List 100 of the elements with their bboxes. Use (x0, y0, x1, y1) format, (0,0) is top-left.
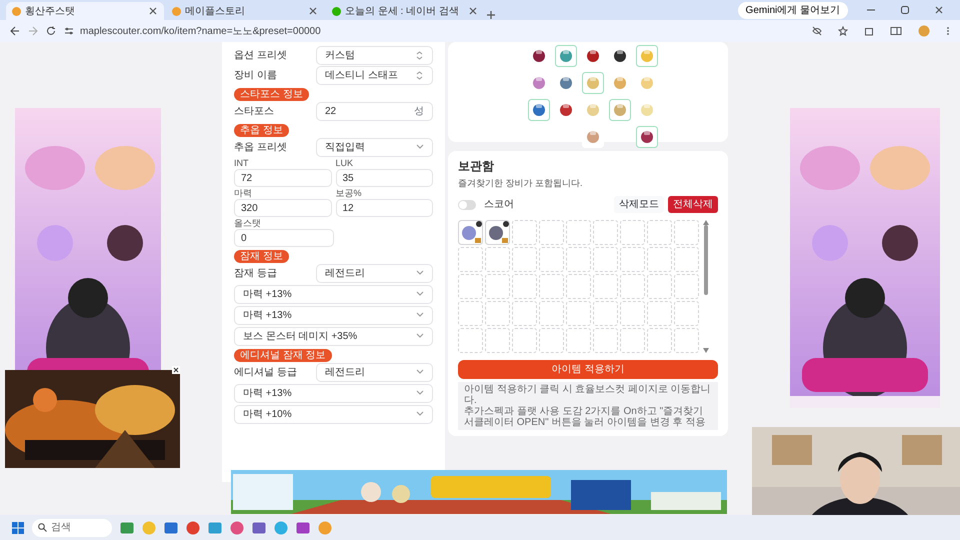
dropdown[interactable]: 마력 +13% (234, 306, 433, 325)
field-label: 추옵 프리셋 (234, 141, 288, 155)
empty-slot[interactable] (485, 274, 510, 299)
avatar-icon[interactable] (918, 25, 930, 37)
empty-slot[interactable] (539, 220, 564, 245)
empty-slot[interactable] (539, 274, 564, 299)
empty-slot[interactable] (674, 301, 699, 326)
scrollbar-thumb[interactable] (704, 225, 708, 295)
empty-slot[interactable] (458, 301, 483, 326)
input-field[interactable]: 22 성 (316, 102, 433, 121)
eye-off-icon[interactable] (812, 26, 822, 36)
delete-button[interactable]: 삭제모드 (614, 196, 664, 213)
delete-button[interactable]: 전체삭제 (668, 196, 718, 213)
app-icon[interactable] (120, 520, 134, 534)
empty-slot[interactable] (674, 220, 699, 245)
dropdown[interactable]: 레전드리 (316, 363, 433, 382)
start-icon[interactable] (12, 522, 24, 534)
browser-tab[interactable]: 횡산주스탯 (6, 2, 164, 20)
apply-button[interactable]: 아이템 적용하기 (458, 360, 718, 379)
empty-slot[interactable] (539, 247, 564, 272)
empty-slot[interactable] (566, 220, 591, 245)
app-icon[interactable] (318, 520, 332, 534)
score-toggle[interactable] (458, 200, 476, 210)
app-icon[interactable] (230, 520, 244, 534)
app-icon[interactable] (274, 520, 288, 534)
browser-tab[interactable]: 오늘의 운세 : 네이버 검색 (326, 2, 484, 20)
empty-slot[interactable] (647, 274, 672, 299)
reload-icon[interactable] (46, 26, 56, 36)
dropdown[interactable]: 보스 몬스터 데미지 +35% (234, 327, 433, 346)
empty-slot[interactable] (593, 328, 618, 353)
item-slot-icon[interactable] (485, 220, 510, 245)
empty-slot[interactable] (539, 328, 564, 353)
site-info-icon[interactable] (64, 26, 74, 36)
input-field[interactable]: 72 (234, 169, 332, 187)
empty-slot[interactable] (647, 328, 672, 353)
empty-slot[interactable] (593, 247, 618, 272)
empty-slot[interactable] (674, 247, 699, 272)
panel-title: 보관함 (458, 158, 495, 175)
empty-slot[interactable] (620, 247, 645, 272)
empty-slot[interactable] (620, 274, 645, 299)
empty-slot[interactable] (674, 328, 699, 353)
dropdown[interactable]: 데스티니 스태프 (316, 66, 433, 85)
close-icon[interactable] (148, 6, 158, 16)
empty-slot[interactable] (620, 328, 645, 353)
browser-tab[interactable]: 메이플스토리 (166, 2, 324, 20)
empty-slot[interactable] (566, 274, 591, 299)
input-field[interactable]: 35 (336, 169, 433, 187)
empty-slot[interactable] (566, 247, 591, 272)
empty-slot[interactable] (512, 301, 537, 326)
empty-slot[interactable] (593, 274, 618, 299)
new-tab-icon[interactable] (486, 10, 496, 20)
dropdown[interactable]: 마력 +13% (234, 285, 433, 304)
empty-slot[interactable] (593, 301, 618, 326)
close-icon[interactable] (308, 6, 318, 16)
scroll-up-icon[interactable] (703, 220, 709, 225)
app-icon[interactable] (186, 520, 200, 534)
close-icon[interactable] (934, 5, 944, 15)
app-icon[interactable] (208, 520, 222, 534)
empty-slot[interactable] (458, 328, 483, 353)
empty-slot[interactable] (485, 301, 510, 326)
item-slot-icon[interactable] (458, 220, 483, 245)
app-icon[interactable] (252, 520, 266, 534)
url-text[interactable]: maplescouter.com/ko/item?name=노노&preset=00000 (80, 24, 321, 38)
empty-slot[interactable] (566, 328, 591, 353)
input-field[interactable]: 320 (234, 199, 332, 217)
dropdown[interactable]: 레전드리 (316, 264, 433, 283)
dropdown[interactable]: 마력 +10% (234, 405, 433, 424)
empty-slot[interactable] (647, 301, 672, 326)
close-icon[interactable] (172, 366, 180, 374)
empty-slot[interactable] (566, 301, 591, 326)
maximize-icon[interactable] (900, 5, 910, 15)
empty-slot[interactable] (512, 274, 537, 299)
app-icon[interactable] (296, 520, 310, 534)
empty-slot[interactable] (593, 220, 618, 245)
item-icon[interactable] (636, 126, 658, 148)
dropdown[interactable]: 직접입력 (316, 138, 433, 157)
updown-arrow-icon (416, 51, 424, 60)
input-field[interactable]: 12 (336, 199, 433, 217)
panel-subtitle: 즐겨찾기한 장비가 포함됩니다. (458, 178, 584, 189)
empty-slot[interactable] (512, 328, 537, 353)
app-icon[interactable] (164, 520, 178, 534)
empty-slot[interactable] (620, 301, 645, 326)
side-panel-icon[interactable] (890, 26, 902, 36)
empty-slot[interactable] (458, 274, 483, 299)
scroll-down-icon[interactable] (703, 348, 709, 353)
empty-slot[interactable] (647, 220, 672, 245)
menu-icon[interactable] (946, 26, 950, 36)
close-icon[interactable] (468, 6, 478, 16)
back-icon[interactable] (10, 26, 20, 36)
search-field[interactable]: 검색 (32, 518, 112, 536)
dropdown[interactable]: 마력 +13% (234, 384, 433, 403)
empty-slot[interactable] (647, 247, 672, 272)
empty-slot[interactable] (620, 220, 645, 245)
star-icon[interactable] (838, 26, 848, 36)
dropdown[interactable]: 커스텀 (316, 46, 433, 65)
input-field[interactable]: 0 (234, 229, 334, 247)
empty-slot[interactable] (485, 328, 510, 353)
ask-gemini-button[interactable]: Gemini에게 물어보기 (738, 2, 848, 18)
empty-slot[interactable] (539, 301, 564, 326)
empty-slot[interactable] (674, 274, 699, 299)
